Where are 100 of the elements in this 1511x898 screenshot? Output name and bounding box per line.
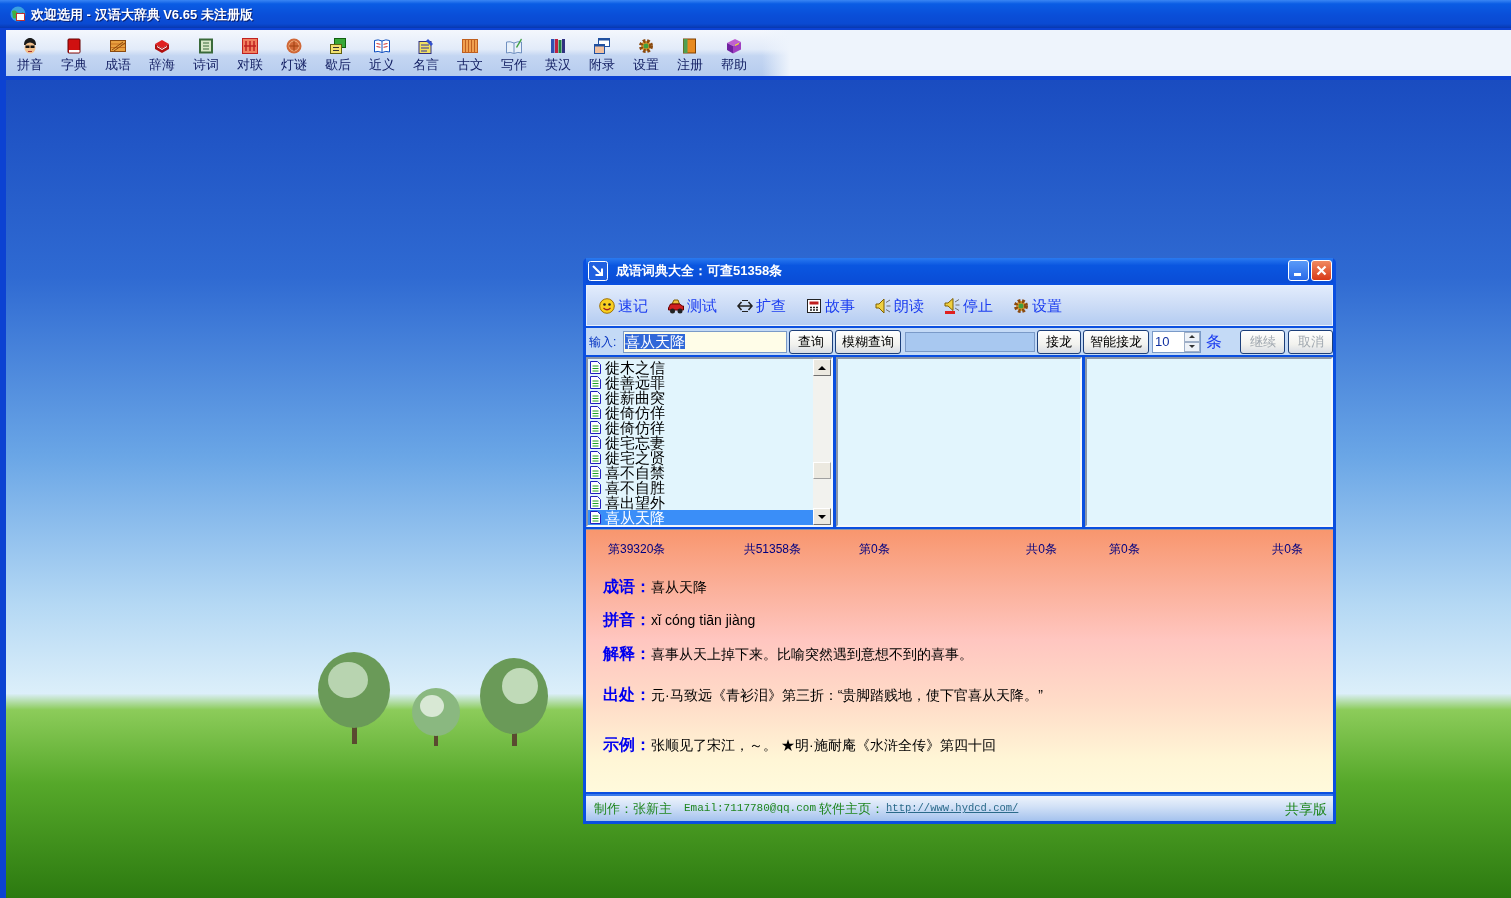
toolbar-button[interactable]: 近义 [360, 30, 404, 74]
list-item[interactable]: 徙宅之贤 [588, 450, 813, 465]
record-total: 共51358条 [743, 542, 801, 556]
settings-icon [638, 38, 654, 54]
search-button[interactable]: 查询 [789, 329, 833, 354]
list-item[interactable]: 喜不自胜 [588, 480, 813, 495]
record-index: 第0条 [859, 542, 890, 556]
striped-tile-icon [462, 38, 478, 54]
framed-page-icon [198, 38, 214, 54]
toolbar-button[interactable]: 拼音 [8, 30, 52, 74]
smiley-icon [599, 297, 615, 314]
spin-up-button[interactable] [1184, 331, 1200, 342]
up-caret-icon [818, 365, 826, 370]
count-unit: 条 [1206, 333, 1222, 350]
field-label: 成语： [603, 577, 651, 597]
scroll-up-button[interactable] [813, 359, 831, 376]
document-icon [590, 451, 601, 464]
book-pencil-icon [506, 38, 522, 54]
dialog-title: 成语词典大全：可查51358条 [616, 264, 783, 277]
field-value: 喜从天降 [651, 578, 707, 597]
notepad-icon [418, 38, 434, 54]
ball-icon [286, 38, 302, 54]
email-text: Email:7117780@qq.com [684, 803, 817, 814]
toolbar-button[interactable]: 古文 [448, 30, 492, 74]
minimize-button[interactable] [1288, 260, 1309, 281]
document-icon [590, 466, 601, 479]
count-field[interactable]: 10 [1152, 330, 1201, 353]
toolbar-button[interactable]: 附录 [580, 30, 624, 74]
open-book-icon [374, 38, 390, 54]
document-icon [590, 496, 601, 509]
toolbar-button[interactable]: 扩查 [737, 297, 786, 314]
toolbar-button[interactable]: 歇后 [316, 30, 360, 74]
field-label: 示例： [603, 735, 651, 755]
author-credit: 制作：张新主 [594, 802, 672, 815]
toolbar-button[interactable]: 英汉 [536, 30, 580, 74]
document-icon [590, 511, 601, 524]
list-item[interactable]: 徙倚仿徉 [588, 420, 813, 435]
record-total: 共0条 [1026, 542, 1057, 556]
toolbar-button[interactable]: 灯谜 [272, 30, 316, 74]
striped-box-icon [110, 38, 126, 54]
globe-icon [10, 6, 26, 22]
calculator-icon [806, 297, 822, 314]
toolbar-button[interactable]: 帮助 [712, 30, 756, 74]
document-icon [590, 361, 601, 374]
chain-button[interactable]: 接龙 [1037, 329, 1081, 354]
list-item[interactable]: 徙木之信 [588, 360, 813, 375]
list-item[interactable]: 徙善远罪 [588, 375, 813, 390]
toolbar-button[interactable]: 对联 [228, 30, 272, 74]
record-total: 共0条 [1272, 542, 1303, 556]
speaker-icon [944, 297, 960, 314]
homepage-label: 软件主页： [819, 802, 885, 815]
toolbar-button[interactable]: 写作 [492, 30, 536, 74]
list-item[interactable]: 徙薪曲突 [588, 390, 813, 405]
scroll-down-button[interactable] [813, 508, 831, 525]
field-value: 喜事从天上掉下来。比喻突然遇到意想不到的喜事。 [651, 645, 973, 664]
toolbar-button[interactable]: 诗词 [184, 30, 228, 74]
toolbar-button[interactable]: 停止 [944, 297, 993, 314]
scrollbar-thumb[interactable] [813, 462, 831, 479]
field-value: xǐ cóng tiān jiàng [651, 611, 756, 630]
field-value: 元·马致远《青衫泪》第三折：“贵脚踏贱地，使下官喜从天降。” [651, 686, 1043, 705]
car-icon [668, 297, 684, 314]
toolbar-button[interactable]: 辞海 [140, 30, 184, 74]
document-icon [590, 406, 601, 419]
query-field[interactable]: 喜从天降 [623, 330, 787, 353]
record-index: 第0条 [1109, 542, 1140, 556]
pattern-tile-icon [242, 38, 258, 54]
search-button[interactable]: 模糊查询 [835, 329, 901, 354]
cube-icon [726, 38, 742, 54]
toolbar-button[interactable]: 速记 [599, 297, 648, 314]
toolbar-button[interactable]: 注册 [668, 30, 712, 74]
toolbar-button[interactable]: 朗读 [875, 297, 924, 314]
bookshelf-icon [550, 38, 566, 54]
toolbar-button[interactable]: 成语 [96, 30, 140, 74]
edition-label: 共享版 [1285, 801, 1327, 816]
input-label: 输入: [589, 335, 618, 348]
spin-down-button[interactable] [1184, 341, 1200, 352]
close-icon [1316, 265, 1327, 276]
field-label: 解释： [603, 644, 651, 664]
cube-icon [154, 38, 170, 54]
chain-button[interactable]: 智能接龙 [1083, 329, 1149, 354]
homepage-link[interactable]: http://www.hydcd.com/ [886, 803, 1019, 814]
toolbar-button[interactable]: 设置 [1013, 297, 1062, 314]
toolbar-button[interactable]: 字典 [52, 30, 96, 74]
minimize-icon [1294, 273, 1301, 276]
tree [412, 688, 460, 746]
toolbar-button[interactable]: 设置 [624, 30, 668, 74]
list-item[interactable]: 喜出望外 [588, 495, 813, 510]
toolbar-button[interactable]: 故事 [806, 297, 855, 314]
toolbar-button[interactable]: 名言 [404, 30, 448, 74]
document-icon [590, 436, 601, 449]
close-button[interactable] [1311, 260, 1332, 281]
up-caret-icon [1189, 335, 1195, 338]
document-icon [590, 481, 601, 494]
settings-icon [1013, 297, 1029, 314]
list-item[interactable]: 徙宅忘妻 [588, 435, 813, 450]
book-icon [66, 38, 82, 54]
document-icon [590, 376, 601, 389]
list-item[interactable]: 喜不自禁 [588, 465, 813, 480]
list-item[interactable]: 徙倚仿佯 [588, 405, 813, 420]
toolbar-button[interactable]: 测试 [668, 297, 717, 314]
